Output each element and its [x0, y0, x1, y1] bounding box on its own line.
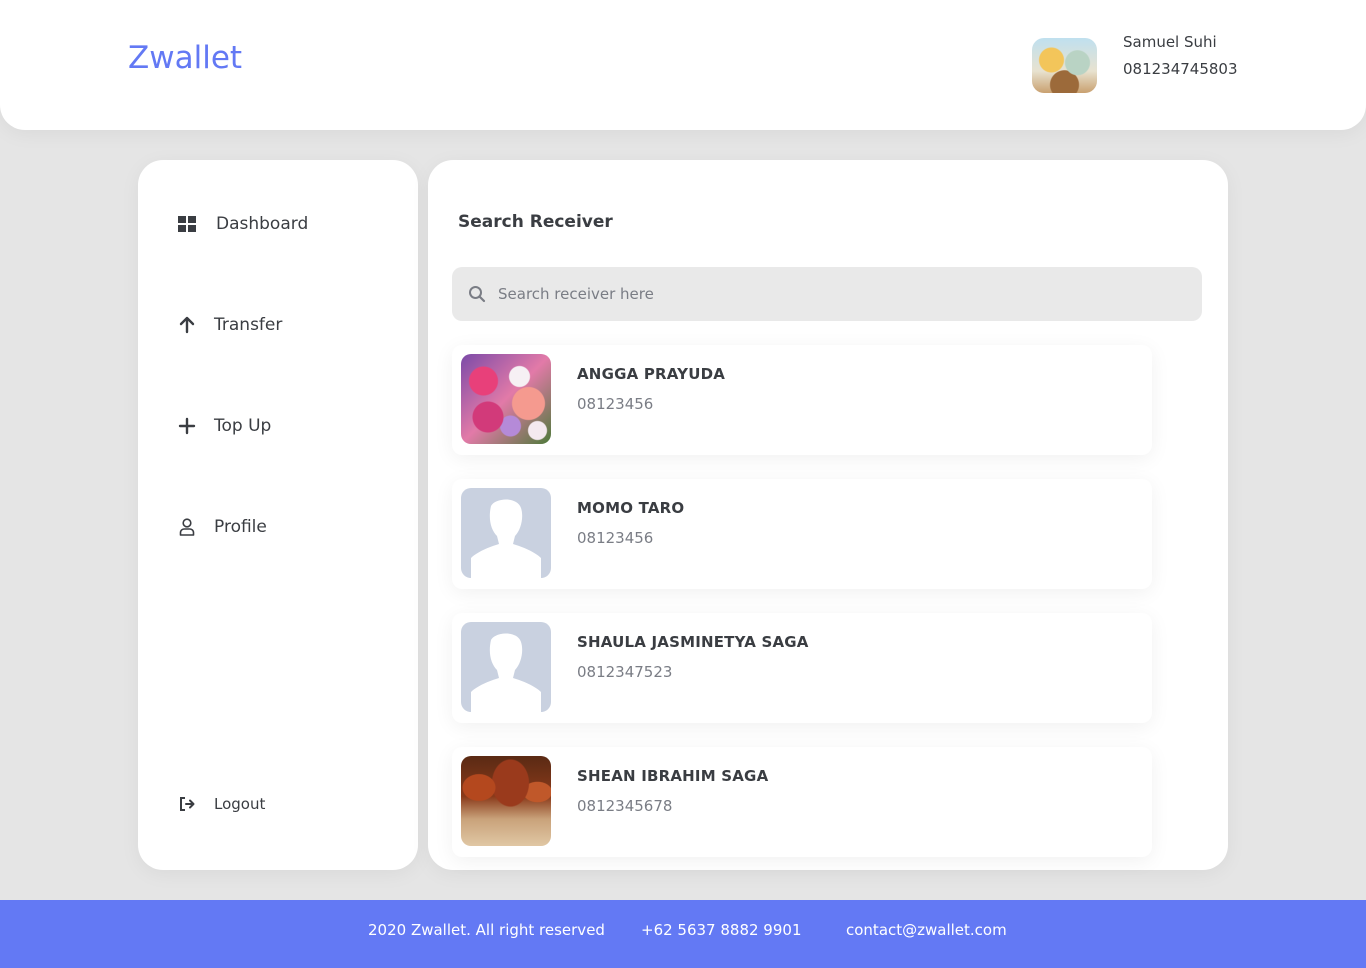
sidebar-item-profile[interactable]: Profile: [176, 516, 267, 538]
receiver-card[interactable]: ANGGA PRAYUDA 08123456: [452, 345, 1152, 455]
receiver-card[interactable]: SHEAN IBRAHIM SAGA 0812345678: [452, 747, 1152, 857]
search-receiver-panel: Search Receiver ANGGA PRAYUDA 08123456 M…: [428, 160, 1228, 870]
top-header: Zwallet Samuel Suhi 081234745803: [0, 0, 1366, 130]
sidebar: Dashboard Transfer Top Up Profile Logout: [138, 160, 418, 870]
search-input[interactable]: [498, 285, 1148, 303]
user-name: Samuel Suhi: [1123, 33, 1217, 51]
grid-icon: [176, 213, 198, 235]
sidebar-item-label: Dashboard: [216, 214, 309, 234]
search-bar[interactable]: [452, 267, 1202, 321]
sidebar-item-transfer[interactable]: Transfer: [176, 314, 282, 336]
receiver-card[interactable]: SHAULA JASMINETYA SAGA 0812347523: [452, 613, 1152, 723]
receiver-phone: 08123456: [577, 395, 654, 413]
search-icon: [468, 285, 486, 303]
receiver-name: MOMO TARO: [577, 499, 685, 517]
footer-phone[interactable]: +62 5637 8882 9901: [641, 921, 801, 939]
footer: 2020 Zwallet. All right reserved +62 563…: [0, 900, 1366, 968]
receiver-avatar: [461, 354, 551, 444]
user-phone: 081234745803: [1123, 60, 1238, 78]
receiver-name: SHAULA JASMINETYA SAGA: [577, 633, 809, 651]
footer-email[interactable]: contact@zwallet.com: [846, 921, 1007, 939]
arrow-up-icon: [176, 314, 198, 336]
logout-icon: [176, 793, 198, 815]
brand-logo[interactable]: Zwallet: [128, 40, 242, 76]
footer-copyright: 2020 Zwallet. All right reserved: [368, 921, 605, 939]
plus-icon: [176, 415, 198, 437]
default-avatar-icon: [461, 488, 551, 578]
sidebar-item-label: Transfer: [214, 315, 283, 335]
receiver-card[interactable]: MOMO TARO 08123456: [452, 479, 1152, 589]
receiver-phone: 08123456: [577, 529, 654, 547]
logout-button[interactable]: Logout: [176, 793, 265, 815]
sidebar-item-label: Top Up: [214, 416, 272, 436]
default-avatar-icon: [461, 622, 551, 712]
user-avatar[interactable]: [1032, 38, 1097, 93]
receiver-name: ANGGA PRAYUDA: [577, 365, 726, 383]
user-icon: [176, 516, 198, 538]
receiver-phone: 0812345678: [577, 797, 673, 815]
logout-label: Logout: [214, 795, 266, 813]
sidebar-item-dashboard[interactable]: Dashboard: [176, 213, 308, 235]
sidebar-item-label: Profile: [214, 517, 267, 537]
page-title: Search Receiver: [458, 212, 613, 232]
receiver-phone: 0812347523: [577, 663, 673, 681]
receiver-avatar: [461, 756, 551, 846]
receiver-name: SHEAN IBRAHIM SAGA: [577, 767, 769, 785]
sidebar-item-topup[interactable]: Top Up: [176, 415, 271, 437]
